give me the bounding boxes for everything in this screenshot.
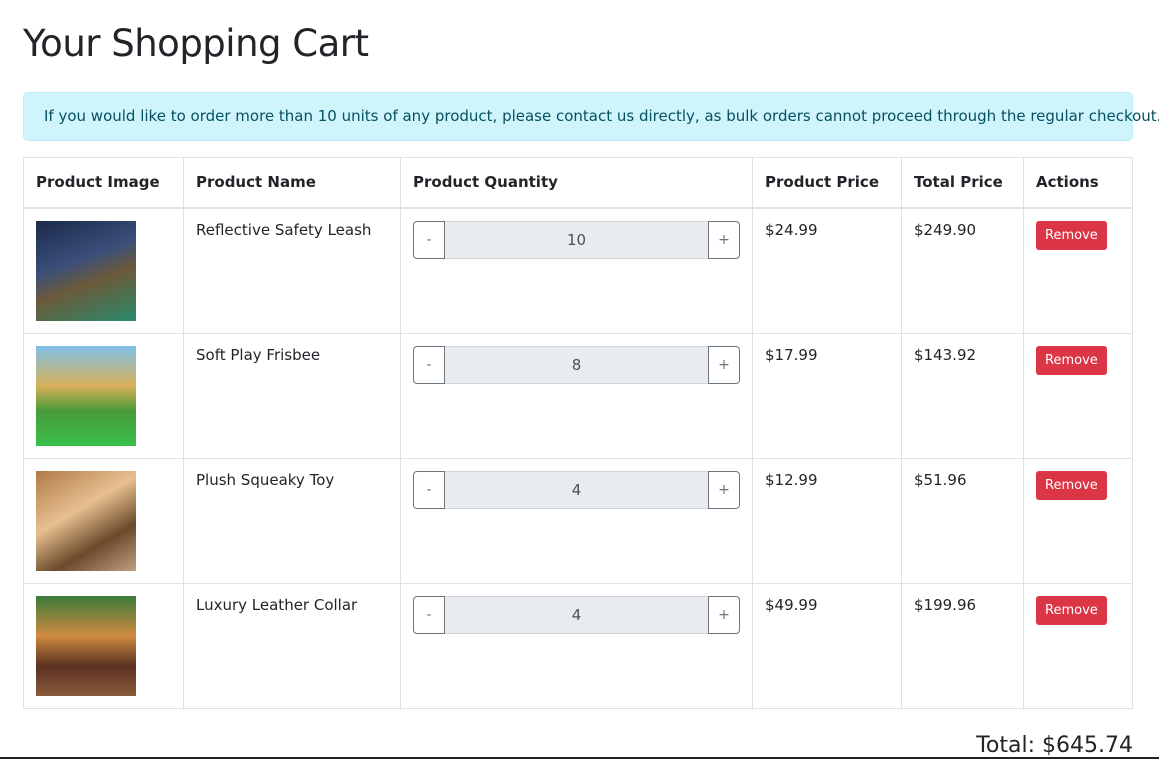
decrease-quantity-button[interactable]: -: [413, 470, 445, 509]
quantity-input[interactable]: 10: [445, 220, 708, 259]
decrease-quantity-button[interactable]: -: [413, 220, 445, 259]
cart-row: Plush Squeaky Toy -4 + $12.99 $51.96 Remo…: [23, 457, 1133, 584]
quantity-input[interactable]: 4: [445, 470, 708, 509]
header-actions: Actions: [1023, 157, 1133, 209]
header-quantity: Product Quantity: [400, 157, 753, 209]
row-total-price: $51.96: [901, 457, 1024, 584]
cart-total: Total: $645.74: [976, 733, 1133, 758]
quantity-stepper: -4 +: [413, 470, 740, 509]
row-total-price: $249.90: [901, 207, 1024, 334]
product-name: Luxury Leather Collar: [183, 582, 401, 709]
product-name: Reflective Safety Leash: [183, 207, 401, 334]
page-title: Your Shopping Cart: [23, 22, 369, 65]
cart-row: Reflective Safety Leash -10 + $24.99 $249…: [23, 207, 1133, 334]
quantity-stepper: -10 +: [413, 220, 740, 259]
quantity-input[interactable]: 8: [445, 345, 708, 384]
bulk-order-alert: If you would like to order more than 10 …: [23, 92, 1159, 141]
decrease-quantity-button[interactable]: -: [413, 345, 445, 384]
cart-row: Luxury Leather Collar -4 + $49.99 $199.96…: [23, 582, 1133, 709]
quantity-input[interactable]: 4: [445, 595, 708, 634]
quantity-stepper: -4 +: [413, 595, 740, 634]
product-name: Plush Squeaky Toy: [183, 457, 401, 584]
product-price: $24.99: [752, 207, 902, 334]
header-image: Product Image: [23, 157, 184, 209]
increase-quantity-button[interactable]: +: [708, 595, 740, 634]
product-name: Soft Play Frisbee: [183, 332, 401, 459]
remove-button[interactable]: Remove: [1036, 220, 1107, 250]
header-total: Total Price: [901, 157, 1024, 209]
increase-quantity-button[interactable]: +: [708, 470, 740, 509]
product-image: [36, 595, 136, 696]
product-image: [36, 220, 136, 321]
remove-button[interactable]: Remove: [1036, 470, 1107, 500]
decrease-quantity-button[interactable]: -: [413, 595, 445, 634]
header-name: Product Name: [183, 157, 401, 209]
product-image: [36, 470, 136, 571]
product-price: $17.99: [752, 332, 902, 459]
row-total-price: $199.96: [901, 582, 1024, 709]
remove-button[interactable]: Remove: [1036, 595, 1107, 625]
remove-button[interactable]: Remove: [1036, 345, 1107, 375]
increase-quantity-button[interactable]: +: [708, 345, 740, 384]
cart-table: Product Image Product Name Product Quant…: [23, 157, 1133, 709]
quantity-stepper: -8 +: [413, 345, 740, 384]
row-total-price: $143.92: [901, 332, 1024, 459]
product-price: $12.99: [752, 457, 902, 584]
increase-quantity-button[interactable]: +: [708, 220, 740, 259]
product-image: [36, 345, 136, 446]
cart-row: Soft Play Frisbee -8 + $17.99 $143.92 Rem…: [23, 332, 1133, 459]
header-price: Product Price: [752, 157, 902, 209]
product-price: $49.99: [752, 582, 902, 709]
